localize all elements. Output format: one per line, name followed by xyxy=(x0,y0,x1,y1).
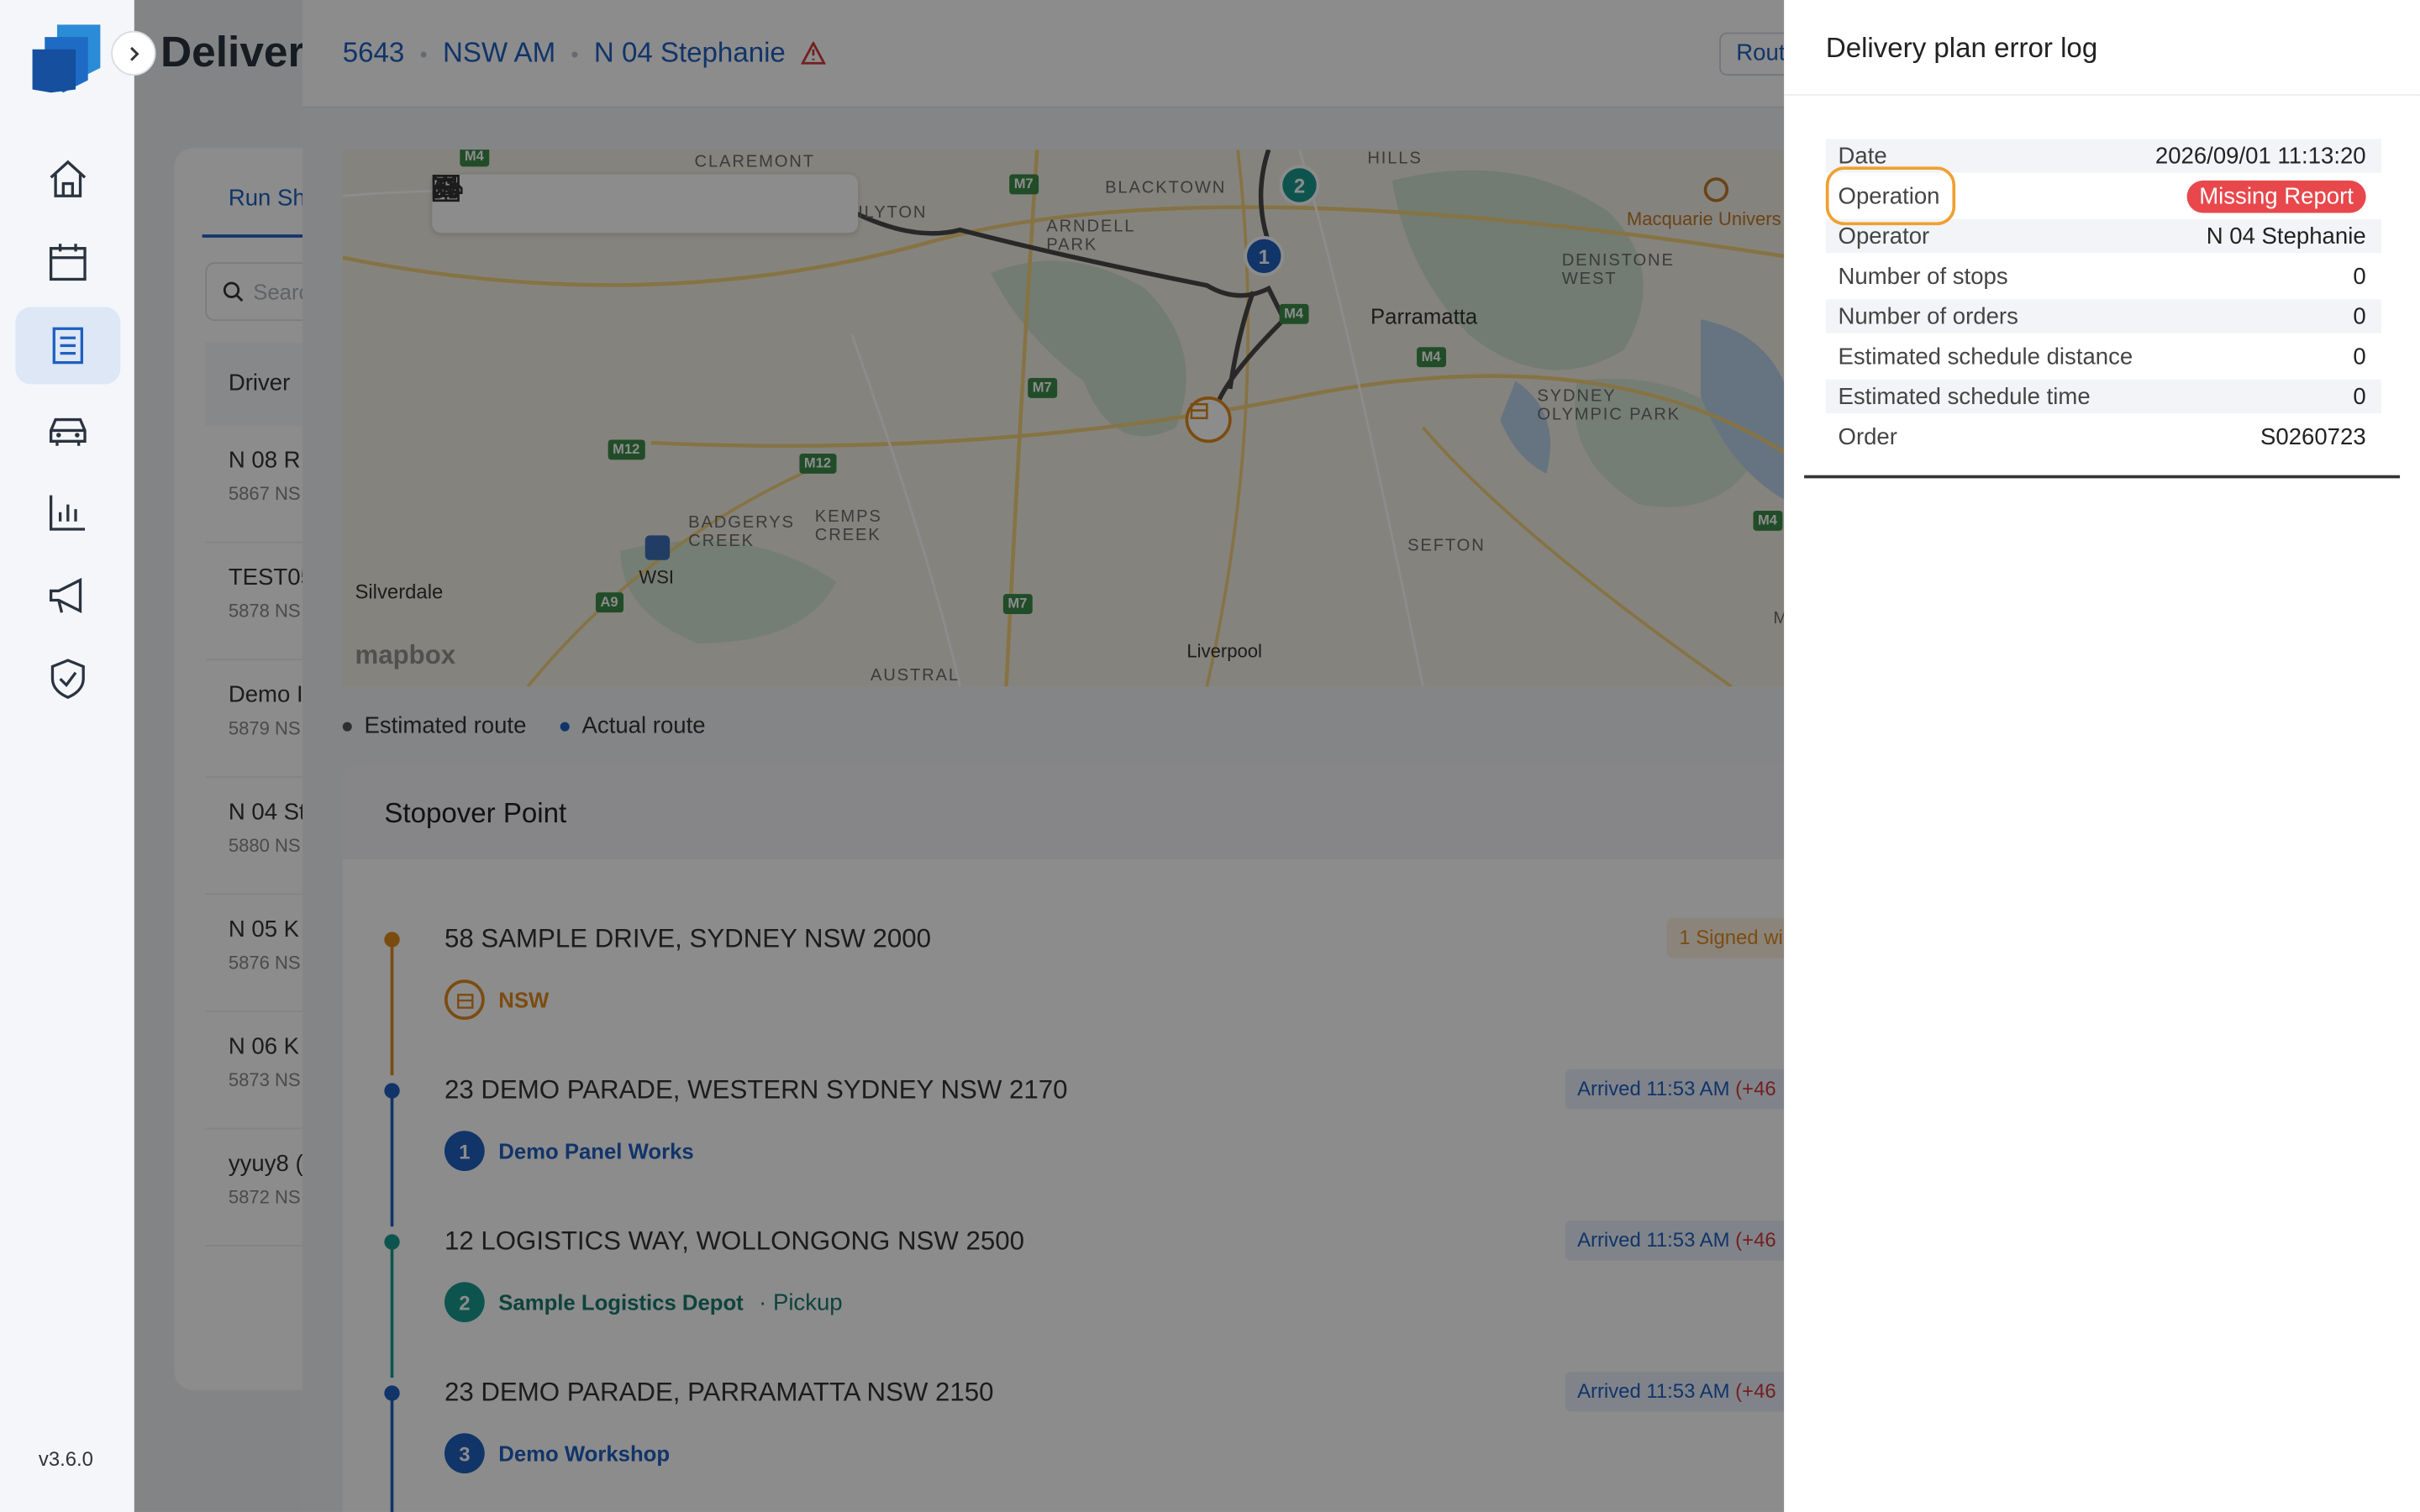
log-key: Number of stops xyxy=(1838,263,2008,290)
log-value: 0 xyxy=(2353,383,2366,410)
log-value: 0 xyxy=(2353,302,2366,330)
bar-chart-icon xyxy=(49,495,86,531)
log-row-stops: Number of stops 0 xyxy=(1826,260,2381,293)
log-value: N 04 Stephanie xyxy=(2206,223,2366,249)
app-version: v3.6.0 xyxy=(38,1446,93,1471)
sidebar: v3.6.0 xyxy=(0,0,134,1512)
shield-check-icon xyxy=(50,659,85,699)
nav-announcements[interactable] xyxy=(15,557,120,634)
log-row-time: Estimated schedule time 0 xyxy=(1825,379,2382,414)
nav-vehicles[interactable] xyxy=(15,391,120,468)
log-row-orders: Number of orders 0 xyxy=(1825,299,2382,333)
log-key: Operator xyxy=(1838,223,1930,249)
document-list-icon xyxy=(52,327,83,365)
drawer-backdrop[interactable] xyxy=(134,0,1785,1512)
log-row-distance: Estimated schedule distance 0 xyxy=(1826,339,2381,373)
app-logo xyxy=(29,22,107,96)
log-key: Number of orders xyxy=(1838,302,2018,330)
log-key: Date xyxy=(1838,142,1887,170)
calendar-icon xyxy=(49,244,87,281)
nav-home[interactable] xyxy=(15,140,120,218)
car-icon xyxy=(49,417,87,446)
sidebar-expand-button[interactable] xyxy=(111,30,156,76)
chevron-right-icon xyxy=(129,45,139,60)
drawer-table-bottom-border xyxy=(1804,475,2401,479)
drawer-divider xyxy=(1784,94,2420,96)
error-log-drawer: Delivery plan error log Date 2026/09/01 1… xyxy=(1784,0,2420,1512)
operation-highlight-ring xyxy=(1825,166,1956,226)
nav-documents[interactable] xyxy=(15,307,121,385)
home-icon xyxy=(50,160,87,197)
log-key: Estimated schedule time xyxy=(1838,383,2091,410)
log-value: 2026/09/01 11:13:20 xyxy=(2154,142,2366,170)
log-value: 0 xyxy=(2353,263,2366,290)
nav-calendar[interactable] xyxy=(15,223,120,301)
log-key: Estimated schedule distance xyxy=(1838,343,2133,370)
log-value: 0 xyxy=(2353,343,2366,370)
nav-security[interactable] xyxy=(15,640,120,717)
drawer-title: Delivery plan error log xyxy=(1825,32,2098,64)
operation-badge: Missing Report xyxy=(2186,179,2366,213)
log-row-order: Order S0260723 xyxy=(1826,420,2381,454)
log-value: S0260723 xyxy=(2260,423,2366,450)
megaphone-icon xyxy=(49,577,82,614)
log-key: Order xyxy=(1838,423,1897,450)
nav-reports[interactable] xyxy=(15,474,120,551)
